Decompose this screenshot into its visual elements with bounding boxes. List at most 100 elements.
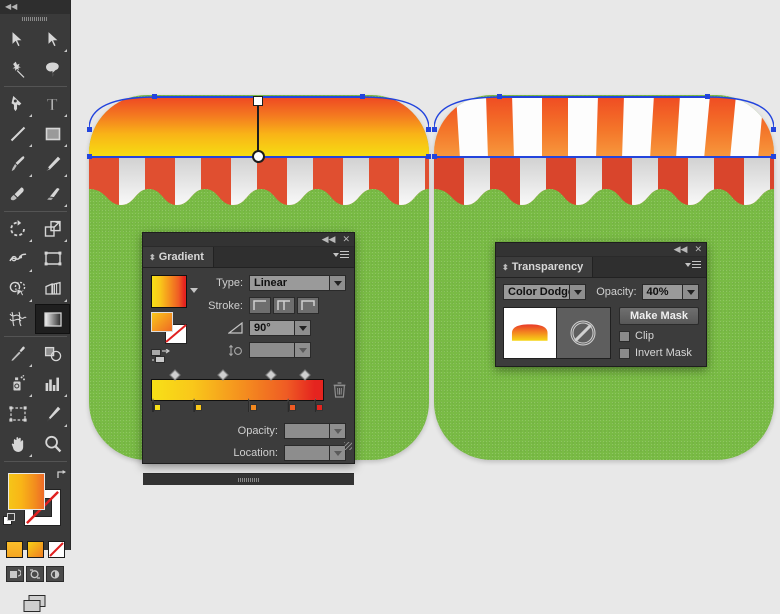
gradient-close-icon[interactable]: ✕ [342,234,350,244]
anchor-point[interactable] [432,154,437,159]
gradient-panel[interactable]: ◀◀ ✕ ⬍ Gradient Type: Linear Stroke: 90°… [142,232,355,485]
clip-checkbox[interactable] [619,330,630,342]
gradient-midpoint[interactable] [299,369,311,381]
transparency-panel[interactable]: ◀◀ ✕ ⬍ Transparency Color Dodge Opacity: [495,242,707,367]
gradient-stop[interactable] [314,398,325,413]
blend-mode-dropdown-icon[interactable] [569,285,586,299]
draw-normal-button[interactable] [6,566,24,582]
gradient-slider-area[interactable] [151,369,346,412]
tool-grid[interactable] [0,24,71,84]
column-graph-tool[interactable] [35,369,70,399]
anchor-point[interactable] [432,127,437,132]
line-segment-tool[interactable] [0,119,35,149]
gradient-slider[interactable] [151,369,324,412]
pen-tool[interactable] [0,89,35,119]
gradient-panel-footer[interactable] [143,473,354,485]
anchor-point[interactable] [497,94,502,99]
lasso-tool[interactable] [35,54,70,84]
gradient-annotator-bar[interactable] [257,101,259,157]
gradient-opacity-input[interactable] [284,423,346,439]
gradient-collapse-icon[interactable]: ◀◀ [322,234,336,244]
draw-inside-button[interactable] [46,566,64,582]
gradient-annotator-end-handle[interactable] [251,150,265,163]
blob-brush-tool[interactable] [0,179,35,209]
gradient-location-input[interactable] [284,445,346,461]
tools-panel[interactable]: ◀◀ T [0,0,71,612]
gradient-angle-input[interactable]: 90° [249,320,311,336]
clip-checkbox-row[interactable]: Clip [619,330,699,342]
gradient-opacity-row[interactable]: Opacity: [151,423,346,439]
gradient-type-dropdown-icon[interactable] [329,276,345,290]
gradient-stop[interactable] [247,398,259,413]
blend-mode-select[interactable]: Color Dodge [503,284,587,300]
gradient-aspect-dropdown-icon[interactable] [294,343,310,357]
slice-tool[interactable] [35,399,70,429]
gradient-stop[interactable] [152,398,163,413]
transparency-opacity-dropdown-icon[interactable] [682,285,698,299]
stroke-along-button[interactable] [273,297,295,314]
symbol-sprayer-tool[interactable] [0,369,35,399]
width-tool[interactable] [0,244,35,274]
document-canvas[interactable]: ◀◀ ✕ ⬍ Gradient Type: Linear Stroke: 90°… [71,0,780,550]
anchor-point[interactable] [771,154,776,159]
gradient-location-dropdown-icon[interactable] [329,446,345,460]
gradient-angle-dropdown-icon[interactable] [294,321,310,335]
zoom-tool[interactable] [35,429,70,459]
gradient-stroke-row[interactable]: Stroke: [203,297,346,314]
swap-fill-stroke-icon[interactable] [56,469,67,480]
stroke-across-button[interactable] [297,297,319,314]
transparency-tab-row[interactable]: ⬍ Transparency [496,257,706,278]
gradient-fill-stroke-toggle[interactable] [151,312,191,344]
anchor-point[interactable] [426,154,431,159]
eyedropper-tool[interactable] [0,339,35,369]
fill-stroke-control[interactable] [0,465,71,537]
gradient-swatch-column[interactable] [151,275,203,367]
gradient-preset-dropdown-icon[interactable] [190,288,198,293]
selection-tool[interactable] [0,24,35,54]
pencil-tool[interactable] [35,149,70,179]
gradient-tool[interactable] [35,304,70,334]
anchor-point[interactable] [771,127,776,132]
gradient-fill-preview[interactable] [151,275,187,308]
reverse-gradient-button[interactable] [151,348,203,367]
transparency-close-icon[interactable]: ✕ [694,244,702,254]
gradient-angle-row[interactable]: 90° [203,320,346,336]
tools-panel-titlebar[interactable]: ◀◀ [0,0,70,14]
tools-panel-grip[interactable] [0,14,70,24]
eraser-tool[interactable] [35,179,70,209]
gradient-stop[interactable] [287,398,298,413]
gradient-aspect-row[interactable] [203,342,346,358]
gradient-annotator-start-handle[interactable] [253,96,263,106]
delete-stop-icon[interactable] [333,382,346,401]
transparency-collapse-icon[interactable]: ◀◀ [674,244,688,254]
gradient-panel-body[interactable]: Type: Linear Stroke: 90° Opacity: Locati… [143,268,354,473]
anchor-point[interactable] [426,127,431,132]
anchor-point[interactable] [360,94,365,99]
gradient-type-row[interactable]: Type: Linear [203,275,346,291]
anchor-point[interactable] [152,94,157,99]
type-tool[interactable]: T [35,89,70,119]
gradient-stop[interactable] [193,398,204,413]
direct-selection-tool[interactable] [35,24,70,54]
drawing-mode-buttons[interactable] [0,566,70,582]
default-fill-stroke-icon[interactable] [3,513,16,526]
transparency-panel-body[interactable]: Color Dodge Opacity: 40% Make Mask Clip … [496,278,706,365]
tools-collapse-icon[interactable]: ◀◀ [5,3,17,11]
rotate-tool[interactable] [0,214,35,244]
tab-gradient[interactable]: ⬍ Gradient [143,247,214,267]
gradient-panel-resize-grip[interactable] [344,442,352,450]
perspective-grid-tool[interactable] [35,274,70,304]
change-screen-mode-button[interactable] [0,594,70,614]
gradient-midpoint[interactable] [217,369,229,381]
gradient-fill-box[interactable] [151,312,173,332]
shape-builder-tool[interactable] [0,274,35,304]
transparency-panel-titlebar[interactable]: ◀◀ ✕ [496,243,706,257]
anchor-point[interactable] [87,154,92,159]
hand-tool[interactable] [0,429,35,459]
gradient-midpoint[interactable] [264,369,277,381]
gradient-location-row[interactable]: Location: [151,445,346,461]
fill-swatch[interactable] [8,473,45,510]
blend-tool[interactable] [35,339,70,369]
gradient-type-select[interactable]: Linear [249,275,346,291]
stroke-within-button[interactable] [249,297,271,314]
